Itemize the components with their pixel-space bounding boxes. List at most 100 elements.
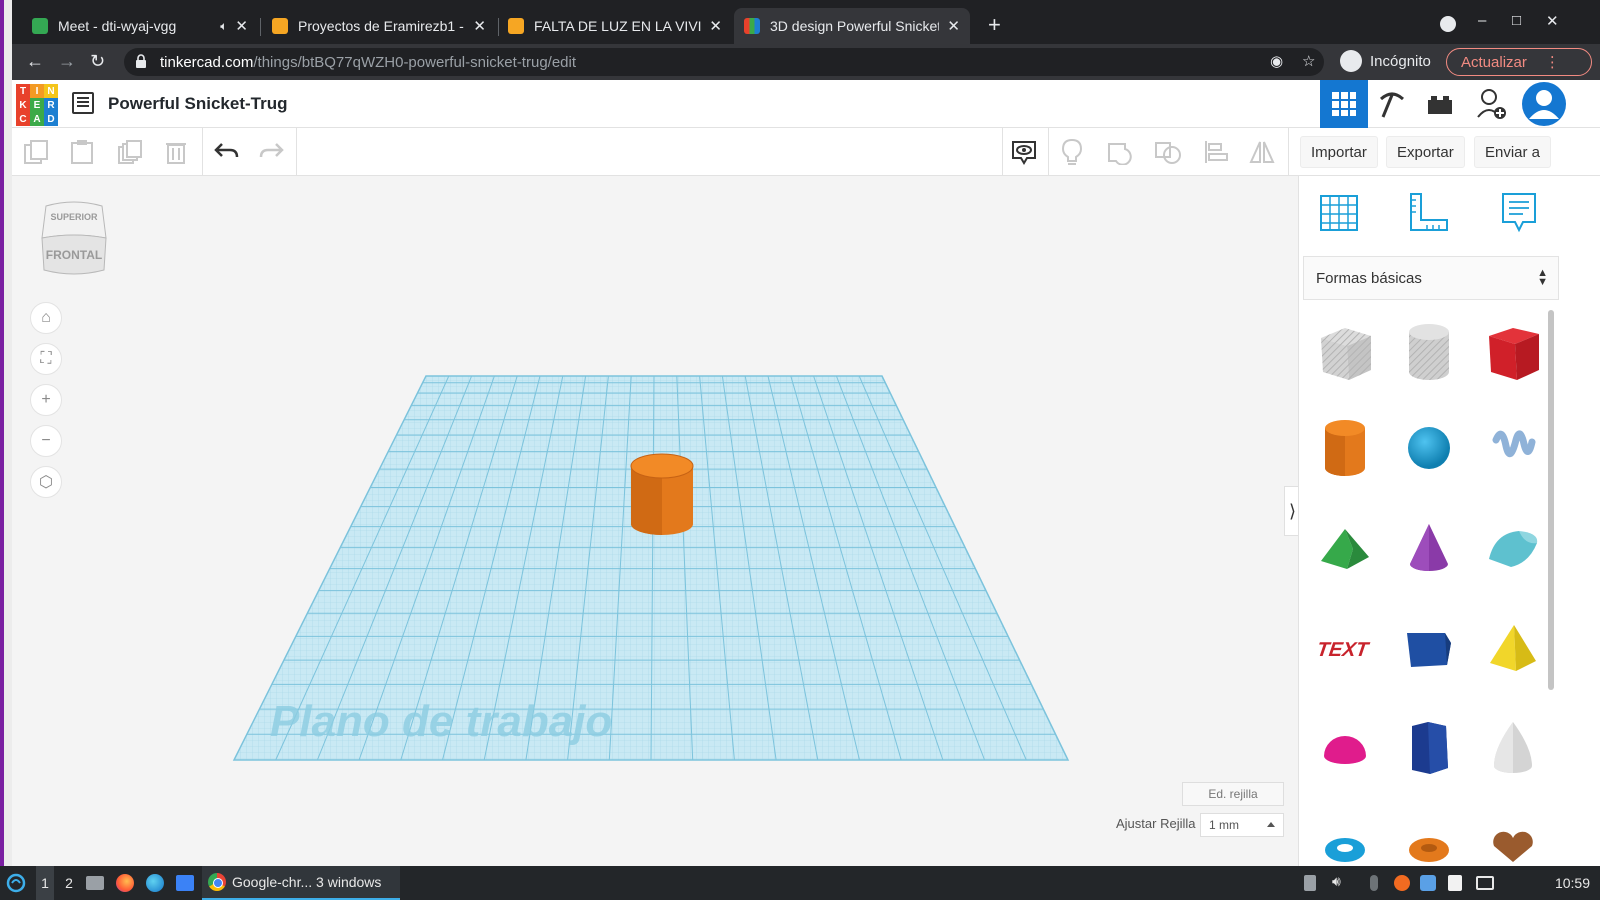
perspective-icon[interactable]: ⬡ [30,466,62,498]
firefox-icon[interactable] [116,866,134,900]
shape-pyramid[interactable] [1471,600,1555,696]
shape-category-select[interactable]: Formas básicas ▲ ▼ [1303,256,1559,300]
close-tab-icon[interactable]: ✕ [947,17,960,35]
send-to-button[interactable]: Enviar a [1474,136,1552,168]
shape-cone[interactable] [1387,500,1471,596]
workplane-tool-icon[interactable] [1317,190,1361,234]
user-avatar-button[interactable] [1518,80,1570,128]
tab-meet[interactable]: Meet - dti-wyaj-vgg 🔈︎ ✕ [22,8,258,44]
ruler-icon[interactable] [1407,190,1451,234]
shape-half-sphere[interactable] [1303,700,1387,796]
home-view-icon[interactable]: ⌂ [30,302,62,334]
url-field[interactable]: tinkercad.com/things/btBQ77qWZH0-powerfu… [124,48,1324,76]
taskbar-chrome-group[interactable]: Google-chr... 3 windows [202,866,400,900]
network-tray-icon[interactable] [1420,875,1436,891]
reload-icon[interactable]: ↻ [90,51,105,72]
ungroup-icon[interactable] [1154,138,1182,166]
shape-paraboloid[interactable] [1471,700,1555,796]
bricks-button[interactable] [1416,80,1464,128]
shape-round-roof[interactable] [1471,500,1555,596]
cylinder-object[interactable] [630,453,694,535]
maximize-icon[interactable]: □ [1512,12,1521,29]
zoom-in-icon[interactable]: + [30,384,62,416]
display-tray-icon[interactable] [1476,876,1494,890]
undo-icon[interactable] [212,138,240,166]
close-tab-icon[interactable]: ✕ [709,17,722,35]
notes-view-icon[interactable] [1010,138,1038,166]
copy-icon[interactable] [22,138,50,166]
tab-search-icon[interactable] [1440,16,1456,32]
shape-box-hole[interactable] [1303,304,1387,400]
audio-icon[interactable]: 🔈︎ [220,19,227,34]
shape-cylinder-hole[interactable] [1387,304,1471,400]
invite-button[interactable] [1468,80,1516,128]
shape-wedge-box[interactable] [1387,600,1471,696]
shape-box[interactable] [1471,304,1555,400]
duplicate-icon[interactable] [116,138,144,166]
close-tab-icon[interactable]: ✕ [235,17,248,35]
workspace-2[interactable]: 2 [60,866,78,900]
minimize-icon[interactable]: – [1478,12,1486,29]
design-title[interactable]: Powerful Snicket-Trug [108,94,287,114]
browser-address-bar: ← → ↻ tinkercad.com/things/btBQ77qWZH0-p… [12,44,1600,80]
update-button[interactable]: Actualizar ⋮ [1446,48,1592,76]
panel-scrollbar[interactable] [1548,310,1554,690]
align-icon[interactable] [1202,138,1230,166]
group-icon[interactable] [1106,138,1134,166]
bookmark-star-icon[interactable]: ☆ [1302,52,1315,70]
viewcube-front-label: FRONTAL [46,248,102,262]
file-manager-icon[interactable] [86,866,104,900]
clipboard-tray-icon[interactable] [1304,875,1316,891]
shape-sphere[interactable] [1387,400,1471,496]
browser-menu-icon[interactable]: ⋮ [1545,53,1560,71]
mirror-icon[interactable] [1248,138,1276,166]
start-menu-icon[interactable] [6,866,26,900]
shape-torus[interactable] [1303,800,1387,866]
shape-scribble[interactable] [1471,400,1555,496]
workplane-canvas[interactable]: Plano de trabajo SUPERIOR FRONTAL ⌂ ⛶ + … [12,176,1300,866]
workplane[interactable]: Plano de trabajo [12,176,1298,866]
tinkercad-logo[interactable]: T I N K E R C A D [16,84,58,126]
zoom-out-icon[interactable]: − [30,425,62,457]
tracking-blocked-icon[interactable]: ◉ [1270,52,1283,70]
notes-tray-icon[interactable] [1448,875,1462,891]
forward-icon[interactable]: → [58,51,76,72]
shape-cylinder[interactable] [1303,400,1387,496]
export-button[interactable]: Exportar [1386,136,1465,168]
tab-falta-de-luz[interactable]: FALTA DE LUZ EN LA VIVIEN ✕ [498,8,732,44]
shape-roof[interactable] [1303,500,1387,596]
design-list-icon[interactable] [72,92,94,114]
edge-icon[interactable] [146,866,164,900]
chrome-icon [208,873,226,891]
volume-tray-icon[interactable]: 🔊︎ [1332,873,1348,889]
new-tab-button[interactable]: + [988,14,1001,36]
close-tab-icon[interactable]: ✕ [473,17,486,35]
lightbulb-icon[interactable] [1058,138,1086,166]
tab-proyectos[interactable]: Proyectos de Eramirezb1 - ✕ [262,8,496,44]
close-window-icon[interactable]: ✕ [1546,12,1559,30]
bluetooth-tray-icon[interactable] [1370,875,1378,891]
back-icon[interactable]: ← [26,51,44,72]
redo-icon[interactable] [258,138,286,166]
shape-polygon[interactable] [1387,700,1471,796]
workspace-1[interactable]: 1 [36,866,54,900]
shape-tube[interactable] [1387,800,1471,866]
snap-grid-value: 1 mm [1209,818,1239,832]
tab-3d-design[interactable]: 3D design Powerful Snicket ✕ [734,8,970,44]
view-cube[interactable]: SUPERIOR FRONTAL [40,198,108,280]
snap-grid-select[interactable]: 1 mm [1200,813,1284,837]
paste-icon[interactable] [68,138,96,166]
notes-icon[interactable] [1497,190,1541,234]
codeblocks-button[interactable] [1368,80,1416,128]
update-tray-icon[interactable] [1394,875,1410,891]
shape-heart[interactable] [1471,800,1555,866]
fit-view-icon[interactable]: ⛶ [30,343,62,375]
shape-text[interactable]: TEXT [1303,600,1387,696]
import-button[interactable]: Importar [1300,136,1378,168]
3d-view-button[interactable] [1320,80,1368,128]
window-icon[interactable] [176,866,194,900]
edit-grid-button[interactable]: Ed. rejilla [1182,782,1284,806]
shapes-panel: Formas básicas ▲ ▼ TEXT [1298,176,1600,866]
delete-icon[interactable] [162,138,190,166]
incognito-indicator[interactable]: Incógnito [1340,50,1431,72]
